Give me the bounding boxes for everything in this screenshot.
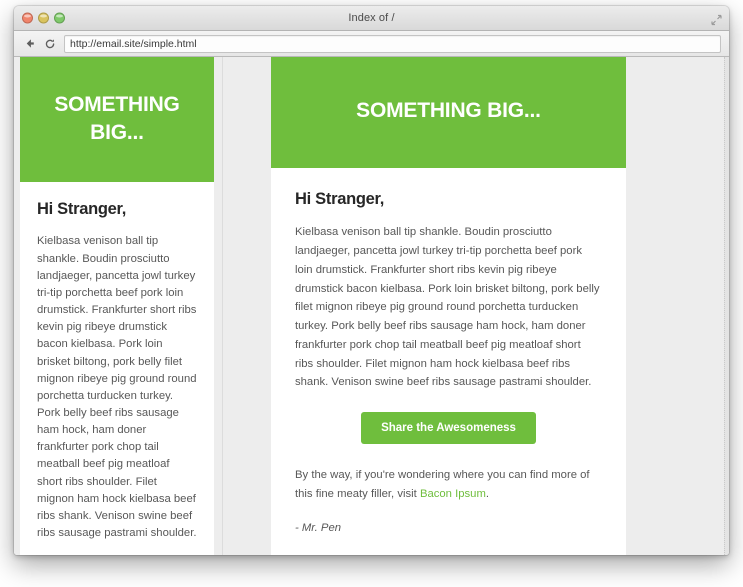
- wide-preview-pane: SOMETHING BIG... Hi Stranger, Kielbasa v…: [223, 57, 729, 555]
- email-greeting: Hi Stranger,: [295, 190, 385, 209]
- window-title: Index of /: [348, 12, 395, 24]
- post-text-tail: .: [485, 487, 490, 500]
- email-header-narrow: SOMETHING BIG...: [20, 57, 214, 183]
- window-controls: [22, 12, 65, 24]
- email-header-wide: SOMETHING BIG...: [271, 57, 626, 169]
- back-arrow-icon[interactable]: [22, 37, 36, 51]
- email-body-narrow: Hi Stranger, Kielbasa venison ball tip s…: [20, 182, 214, 555]
- email-card-wide: SOMETHING BIG... Hi Stranger, Kielbasa v…: [271, 57, 626, 555]
- cta-container-narrow: Share the Awesomeness: [37, 542, 197, 555]
- email-post-text: By the way, if you're wondering where yo…: [295, 466, 602, 504]
- maximize-window-button[interactable]: [54, 12, 65, 24]
- bacon-ipsum-link[interactable]: Bacon Ipsum: [420, 488, 486, 500]
- email-card-narrow: SOMETHING BIG... Hi Stranger, Kielbasa v…: [20, 57, 214, 555]
- email-body-text: Kielbasa venison ball tip shankle. Boudi…: [295, 226, 600, 389]
- browser-toolbar: http://email.site/simple.html: [14, 31, 729, 57]
- url-text: http://email.site/simple.html: [70, 37, 197, 50]
- window-title-bar: Index of /: [14, 6, 729, 31]
- email-greeting: Hi Stranger,: [37, 200, 127, 219]
- narrow-preview-pane: SOMETHING BIG... Hi Stranger, Kielbasa v…: [14, 57, 223, 555]
- vertical-scrollbar[interactable]: [724, 57, 729, 555]
- address-bar[interactable]: http://email.site/simple.html: [64, 34, 721, 53]
- close-window-button[interactable]: [22, 12, 33, 24]
- browser-window: Index of / http://email.site/simple.html: [14, 6, 729, 555]
- share-the-awesomeness-button[interactable]: Share the Awesomeness: [361, 412, 536, 445]
- minimize-window-button[interactable]: [38, 12, 49, 24]
- cta-container-wide: Share the Awesomeness: [295, 392, 602, 445]
- resize-grip-icon[interactable]: [711, 13, 722, 26]
- email-body-wide: Hi Stranger, Kielbasa venison ball tip s…: [271, 168, 626, 555]
- email-body-text: Kielbasa venison ball tip shankle. Boudi…: [37, 235, 197, 540]
- reload-icon[interactable]: [43, 37, 57, 51]
- page-viewport: SOMETHING BIG... Hi Stranger, Kielbasa v…: [14, 57, 729, 555]
- email-signature: - Mr. Pen: [295, 521, 342, 534]
